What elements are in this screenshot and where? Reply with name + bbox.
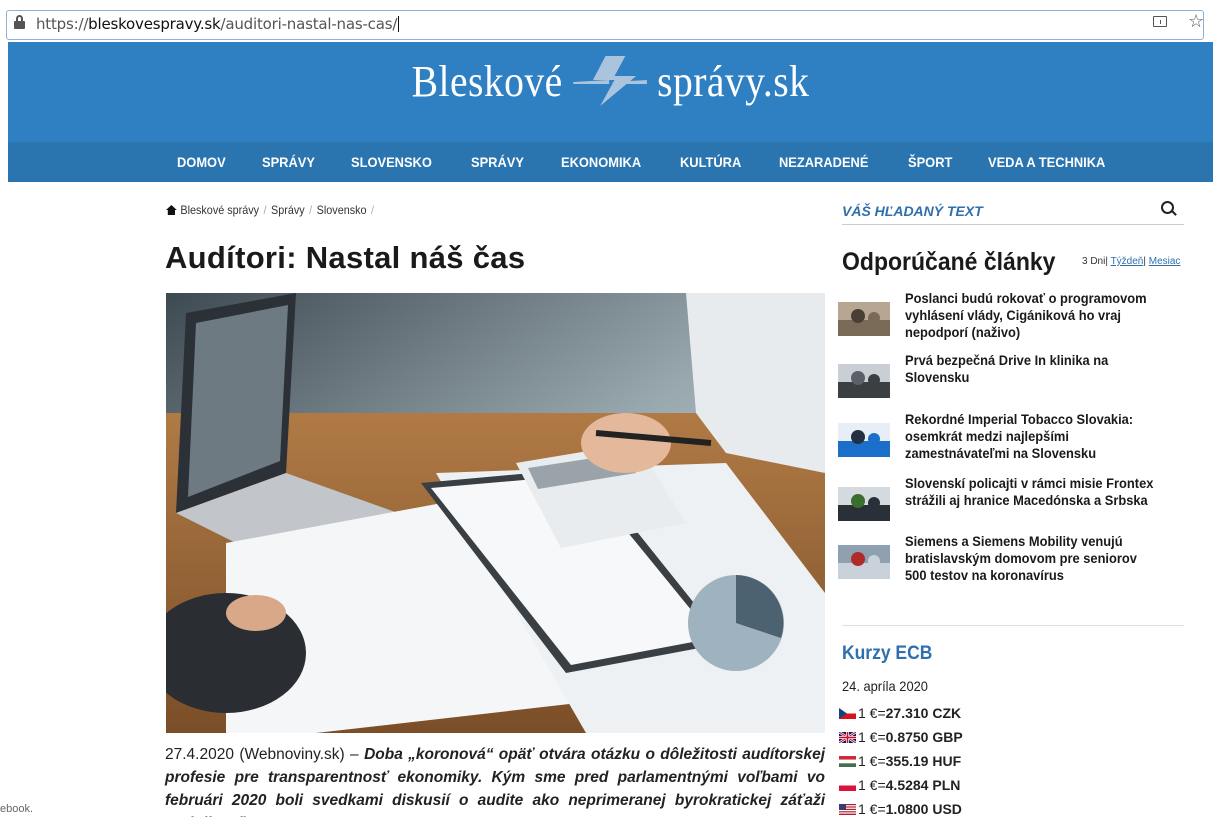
rate-prefix: 1 €=	[858, 729, 886, 745]
hero-illustration	[166, 293, 825, 733]
nav-item[interactable]: ŠPORT	[908, 154, 952, 170]
recommended-article-title[interactable]: Siemens a Siemens Mobility venujú bratis…	[905, 533, 1162, 584]
tests-thumb[interactable]	[838, 545, 890, 579]
parliament-thumb[interactable]	[838, 302, 890, 336]
article-hero-image	[166, 293, 825, 733]
search-icon[interactable]	[1161, 201, 1176, 216]
nav-item[interactable]: NEZARADENÉ	[779, 154, 868, 170]
rate-prefix: 1 €=	[858, 705, 886, 721]
article-title: Audítori: Nastal náš čas	[165, 240, 526, 275]
search-input[interactable]: VÁŠ HĽADANÝ TEXT	[842, 203, 983, 219]
ecb-rate-row: 1 €= 355.19 HUF	[839, 749, 963, 773]
ecb-rate-row: 1 €= 27.310 CZK	[839, 701, 963, 725]
nav-item[interactable]: SPRÁVY	[262, 154, 315, 170]
tab-month[interactable]: Mesiac	[1149, 256, 1181, 267]
reader-view-icon[interactable]	[1153, 16, 1167, 27]
recommended-tabs: 3 Dni| Týždeň| Mesiac	[1082, 256, 1181, 267]
breadcrumb: Bleskové správy / Správy / Slovensko /	[166, 203, 379, 217]
nav-item[interactable]: KULTÚRA	[680, 154, 741, 170]
rate-value: 1.0800 USD	[885, 801, 962, 817]
rate-value: 0.8750 GBP	[885, 729, 963, 745]
recommended-article[interactable]: Rekordné Imperial Tobacco Slovakia: osem…	[838, 411, 1184, 462]
pl-flag	[839, 779, 856, 791]
breadcrumb-item[interactable]: Slovensko	[317, 203, 367, 217]
hu-flag	[839, 755, 856, 767]
tab-week[interactable]: Týždeň	[1111, 256, 1144, 267]
nav-item[interactable]: SLOVENSKO	[351, 154, 432, 170]
main-nav: DOMOV SPRÁVY SLOVENSKO SPRÁVY EKONOMIKA KULTÚ…	[8, 142, 1213, 182]
search-box[interactable]: VÁŠ HĽADANÝ TEXT	[842, 199, 1184, 225]
car-thumb[interactable]	[838, 364, 890, 398]
article-lede: 27.4.2020 (Webnoviny.sk) – Doba „koronov…	[165, 743, 825, 817]
rate-value: 355.19 HUF	[885, 753, 962, 769]
nav-item[interactable]: DOMOV	[177, 154, 226, 170]
recommended-article[interactable]: Siemens a Siemens Mobility venujú bratis…	[838, 533, 1184, 584]
left-edge-text: ebook.	[0, 803, 34, 815]
rate-prefix: 1 €=	[858, 777, 886, 793]
recommended-article[interactable]: Slovenskí policajti v rámci misie Fronte…	[838, 475, 1184, 521]
recommended-article-title[interactable]: Poslanci budú rokovať o programovom vyhl…	[905, 290, 1162, 341]
ecb-rate-row: 1 €= 4.5284 PLN	[839, 773, 963, 797]
lightning-bolt-icon	[573, 56, 647, 106]
breadcrumb-item[interactable]: Správy	[271, 203, 305, 217]
rate-prefix: 1 €=	[858, 753, 886, 769]
rate-prefix: 1 €=	[858, 801, 886, 817]
nav-item[interactable]: SPRÁVY	[471, 154, 524, 170]
ecb-rate-row: 1 €= 0.8750 GBP	[839, 725, 963, 749]
recommended-article-title[interactable]: Prvá bezpečná Drive In klinika na Sloven…	[905, 352, 1162, 386]
ecb-rates: 1 €= 27.310 CZK 1 €= 0.8750 GBP 1 €= 355.19 H…	[839, 701, 963, 817]
recommended-article[interactable]: Prvá bezpečná Drive In klinika na Sloven…	[838, 352, 1184, 398]
recommended-list: Poslanci budú rokovať o programovom vyhl…	[838, 290, 1184, 584]
tab-3-days[interactable]: 3 Dni	[1082, 256, 1105, 267]
lock-icon[interactable]	[14, 15, 25, 29]
bookmark-star-icon[interactable]: ☆	[1188, 11, 1204, 32]
url-text[interactable]: https://bleskovespravy.sk/auditori-nasta…	[36, 15, 400, 33]
recommended-article-title[interactable]: Rekordné Imperial Tobacco Slovakia: osem…	[905, 411, 1162, 462]
ecb-title: Kurzy ECB	[842, 643, 933, 664]
rate-value: 27.310 CZK	[885, 705, 962, 721]
cz-flag	[839, 707, 856, 719]
article-date-source: 27.4.2020 (Webnoviny.sk) –	[165, 746, 359, 763]
recommended-article-title[interactable]: Slovenskí policajti v rámci misie Fronte…	[905, 475, 1162, 509]
nav-item[interactable]: VEDA A TECHNIKA	[988, 154, 1105, 170]
breadcrumb-item[interactable]: Bleskové správy	[180, 203, 259, 217]
ecb-rate-row: 1 €= 1.0800 USD	[839, 797, 963, 817]
nav-item[interactable]: EKONOMIKA	[561, 154, 641, 170]
recommended-article[interactable]: Poslanci budú rokovať o programovom vyhl…	[838, 290, 1184, 341]
browser-toolbar: https://bleskovespravy.sk/auditori-nasta…	[0, 0, 1213, 42]
gb-flag	[839, 731, 856, 743]
site-logo[interactable]: Bleskové správy.sk	[68, 56, 1153, 107]
police-thumb[interactable]	[838, 487, 890, 521]
person-thumb[interactable]	[838, 423, 890, 457]
recommended-title: Odporúčané články	[842, 248, 1056, 276]
sidebar-divider	[842, 625, 1184, 626]
us-flag	[839, 803, 856, 815]
home-icon[interactable]	[166, 205, 177, 215]
site-header: Bleskové správy.sk	[8, 42, 1213, 142]
rate-value: 4.5284 PLN	[885, 777, 961, 793]
ecb-date: 24. apríla 2020	[842, 678, 928, 694]
